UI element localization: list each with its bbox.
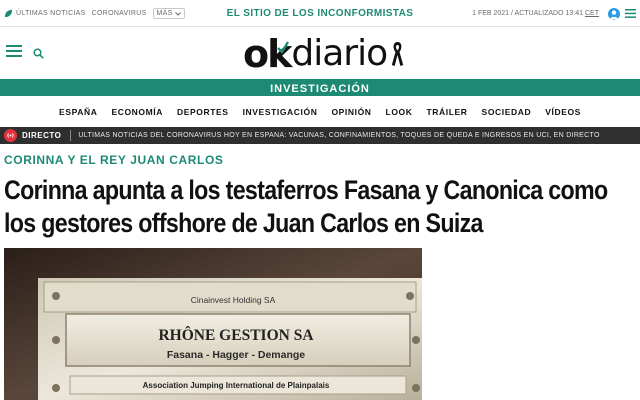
more-label: MÁS [156, 10, 173, 17]
main-nav: ESPAÑA ECONOMÍA DEPORTES INVESTIGACIÓN O… [0, 96, 640, 127]
nav-item-espana[interactable]: ESPAÑA [59, 107, 97, 117]
logo-check-mark [277, 41, 290, 54]
live-ticker-text[interactable]: ÚLTIMAS NOTICIAS DEL CORONAVIRUS HOY EN … [78, 132, 599, 139]
update-date: 1 FEB 2021 / ACTUALIZADO 13:41 CET [472, 10, 599, 17]
plate-main-title: RHÔNE GESTION SA [158, 327, 314, 344]
live-separator [70, 130, 72, 141]
article-photo[interactable]: Cinainvest Holding SA RHÔNE GESTION SA F… [4, 248, 422, 400]
mourning-ribbon-icon [391, 42, 404, 66]
link-ultimas-noticias[interactable]: Últimas noticias [16, 10, 86, 17]
user-avatar-icon[interactable] [608, 7, 620, 20]
hamburger-menu-icon[interactable] [6, 45, 22, 57]
nav-item-opinion[interactable]: OPINIÓN [331, 107, 371, 117]
top-links: Últimas noticias Coronavirus MÁS [4, 0, 185, 27]
article-headline: Corinna apunta a los testaferros Fasana … [4, 175, 608, 238]
link-coronavirus[interactable]: Coronavirus [92, 10, 147, 17]
photo-plates-illustration: Cinainvest Holding SA RHÔNE GESTION SA F… [4, 248, 422, 400]
header: ok diario [0, 28, 640, 78]
timezone-label: CET [585, 10, 599, 17]
nav-item-look[interactable]: LOOK [386, 107, 413, 117]
nav-item-trailer[interactable]: TRÁILER [427, 107, 468, 117]
menu-icon[interactable] [625, 9, 636, 18]
nav-item-economia[interactable]: ECONOMÍA [111, 107, 163, 117]
live-label: DIRECTO [22, 131, 62, 140]
nav-item-sociedad[interactable]: SOCIEDAD [482, 107, 532, 117]
article-kicker[interactable]: CORINNA Y EL REY JUAN CARLOS [4, 153, 224, 167]
plate-main-names: Fasana - Hagger - Demange [167, 349, 305, 361]
site-logo[interactable]: ok diario [243, 34, 404, 74]
leaf-icon [4, 9, 13, 18]
section-banner[interactable]: INVESTIGACIÓN [0, 79, 640, 96]
plate-top-text: Cinainvest Holding SA [191, 295, 276, 305]
section-title: INVESTIGACIÓN [270, 83, 370, 95]
chevron-down-icon [174, 11, 181, 16]
nav-item-investigacion[interactable]: INVESTIGACIÓN [243, 107, 318, 117]
date-text: 1 FEB 2021 / ACTUALIZADO 13:41 [472, 10, 583, 17]
more-dropdown[interactable]: MÁS [152, 8, 185, 19]
logo-diario: diario [291, 33, 388, 74]
nav-item-videos[interactable]: VÍDEOS [545, 107, 581, 117]
live-broadcast-icon [4, 129, 17, 142]
search-icon[interactable] [33, 48, 44, 59]
live-news-bar[interactable]: DIRECTO ÚLTIMAS NOTICIAS DEL CORONAVIRUS… [0, 127, 640, 144]
plate-bottom-text: Association Jumping International de Pla… [143, 381, 330, 390]
top-utility-bar: Últimas noticias Coronavirus MÁS EL SITI… [0, 0, 640, 27]
top-right-info: 1 FEB 2021 / ACTUALIZADO 13:41 CET [472, 0, 636, 27]
nav-item-deportes[interactable]: DEPORTES [177, 107, 229, 117]
